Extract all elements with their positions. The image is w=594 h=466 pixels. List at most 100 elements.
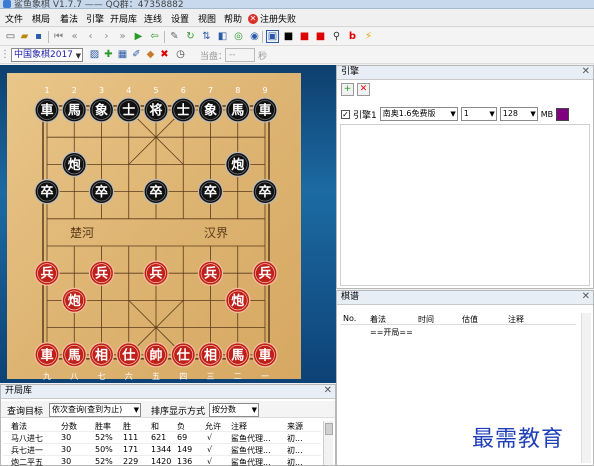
black-piece[interactable]: 卒 [88,178,115,205]
menu-help[interactable]: 帮助 [224,12,242,25]
clock-icon[interactable]: ◷ [174,48,187,61]
opening-row[interactable]: 马八进七 30 52% 111 621 69 √ 鲨鱼代理... 初... [3,432,321,444]
black-piece[interactable]: 象 [88,97,115,123]
close-icon[interactable]: ✕ [582,290,590,303]
threads-select[interactable]: 1 ▼ [460,107,497,121]
red-piece[interactable]: 兵 [88,260,115,286]
red-piece[interactable]: 馬 [225,342,251,368]
menu-opening-book[interactable]: 开局库 [110,12,137,25]
add-engine-icon[interactable]: + [341,83,354,96]
black-piece[interactable]: 馬 [61,97,87,123]
bold-b-icon[interactable]: b [346,30,359,43]
red-piece[interactable]: 兵 [34,260,60,286]
black-piece[interactable]: 卒 [34,178,60,205]
opening-scrollbar[interactable] [323,421,333,465]
engine-checkbox[interactable]: ✓ [341,109,350,119]
red-piece[interactable]: 兵 [143,260,169,286]
engine-name-select[interactable]: 南奥1.6免费版 ▼ [379,107,458,121]
black-piece[interactable]: 士 [170,97,196,123]
black-piece[interactable]: 車 [34,97,60,123]
lightning-icon[interactable]: ⚡ [362,30,375,43]
add-icon[interactable]: ✚ [102,48,115,61]
black-piece[interactable]: 炮 [225,151,251,178]
prev-move-icon[interactable]: ‹ [84,30,97,43]
menu-view[interactable]: 视图 [198,12,216,25]
app-icon [3,0,11,8]
red-piece[interactable]: 帥 [143,342,169,368]
import-icon[interactable]: ▦ [116,48,129,61]
opening-row[interactable]: 炮二平五 30 52% 229 1420 136 √ 鲨鱼代理... 初... [3,456,321,466]
record-row[interactable]: ==开局== [340,326,576,338]
close-icon[interactable]: ✕ [582,65,590,78]
opening-scroll-thumb[interactable] [325,423,333,435]
next-page-icon[interactable]: » [116,30,129,43]
red-piece[interactable]: 仕 [116,342,142,368]
sort-select-value: 按分数 [212,405,236,414]
black-piece[interactable]: 卒 [197,178,224,205]
red-piece[interactable]: 炮 [225,287,251,313]
red-piece[interactable]: 馬 [61,342,87,368]
red-piece[interactable]: 相 [88,342,115,368]
menu-file[interactable]: 文件 [5,12,23,25]
menu-register-label: 注册失败 [260,15,297,25]
red-square-icon[interactable]: ■ [298,30,311,43]
delete-icon[interactable]: ✖ [158,48,171,61]
folder-icon[interactable]: ▨ [88,48,101,61]
record-scrollbar[interactable] [581,313,591,463]
op-cell-score: 30 [61,457,72,466]
red-piece[interactable]: 兵 [252,260,278,286]
eraser-icon[interactable]: ◆ [144,48,157,61]
menu-game[interactable]: 棋局 [32,12,50,25]
hash-select[interactable]: 128 ▼ [499,107,538,121]
menu-moves[interactable]: 着法 [60,12,78,25]
settings-icon[interactable]: ◉ [248,30,261,43]
record-col-no: No. [343,314,357,323]
close-icon[interactable]: ✕ [324,384,332,397]
black-piece[interactable]: 炮 [61,151,87,178]
remove-engine-icon[interactable]: ✕ [357,83,370,96]
sort-select[interactable]: 按分数 ▼ [209,403,259,417]
red-piece[interactable]: 車 [252,342,278,368]
opening-row[interactable]: 兵七进一 30 50% 171 1344 149 √ 鲨鱼代理... 初... [3,444,321,456]
menu-settings[interactable]: 设置 [171,12,189,25]
red-block-icon[interactable]: ■ [314,30,327,43]
pen-icon[interactable]: ✐ [130,48,143,61]
analyze-icon[interactable]: ◧ [216,30,229,43]
next-move-icon[interactable]: › [100,30,113,43]
black-piece[interactable]: 車 [252,97,278,123]
black-piece[interactable]: 将 [143,97,169,123]
black-piece[interactable]: 卒 [143,178,169,205]
black-piece[interactable]: 卒 [252,178,278,205]
edit-icon[interactable]: ✎ [168,30,181,43]
menu-register[interactable]: ✕ 注册失败 [248,12,296,25]
black-piece[interactable]: 士 [116,97,142,123]
menu-connect[interactable]: 连线 [144,12,162,25]
menu-engine[interactable]: 引擎 [86,12,104,25]
game-select[interactable]: 中国象棋2017 ▼ [11,48,83,62]
query-select[interactable]: 依次查询(查到为止) ▼ [49,403,141,417]
board-view-icon[interactable]: ▣ [266,30,279,43]
opening-book-title: 开局库 [5,386,33,396]
xiangqi-board[interactable]: 123456789 九八七六五四三二一 楚河 汉界 車馬象士将士象馬車炮 炮卒卒卒… [0,65,336,383]
engine-color-swatch[interactable] [556,107,570,121]
red-piece[interactable]: 相 [197,342,224,368]
back-icon[interactable]: ⇦ [148,30,161,43]
black-piece[interactable]: 馬 [225,97,251,123]
first-move-icon[interactable]: ⏮ [52,30,65,43]
flip-icon[interactable]: ⇅ [200,30,213,43]
open-folder-icon[interactable]: ▰ [18,30,31,43]
prev-page-icon[interactable]: « [68,30,81,43]
new-file-icon[interactable]: ▭ [4,30,17,43]
red-piece[interactable]: 炮 [61,287,87,313]
black-square-icon[interactable]: ■ [282,30,295,43]
red-piece[interactable]: 車 [34,342,60,368]
play-icon[interactable]: ▶ [132,30,145,43]
red-piece[interactable]: 兵 [197,260,224,286]
search-icon[interactable]: ⚲ [330,30,343,43]
save-icon[interactable]: ▪ [32,30,45,43]
red-piece[interactable]: 仕 [170,342,196,368]
refresh-icon[interactable]: ↻ [184,30,197,43]
current-select[interactable]: -- [225,48,255,62]
connect-icon[interactable]: ◎ [232,30,245,43]
black-piece[interactable]: 象 [197,97,224,123]
